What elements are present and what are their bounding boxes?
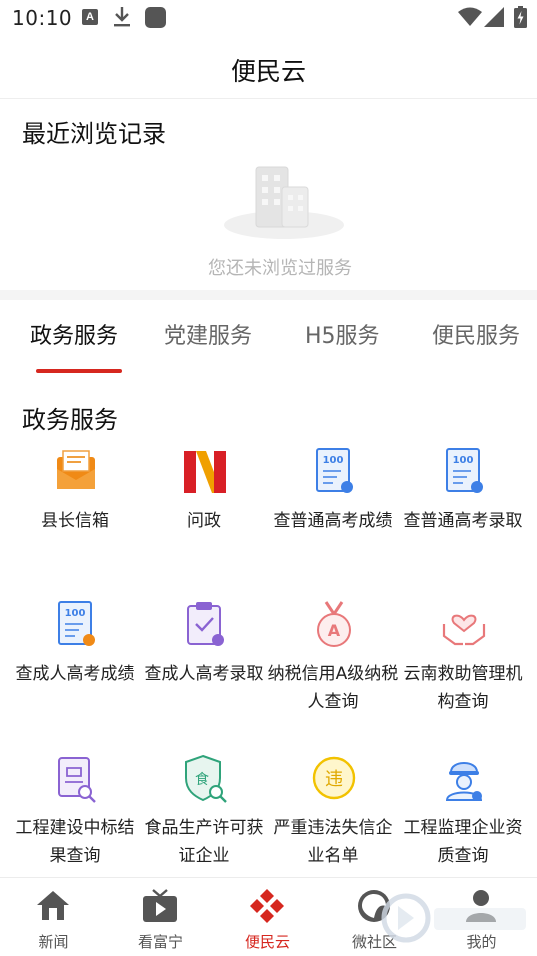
service-label: 工程监理企业资质查询 [403,818,523,866]
tab-h5-services[interactable]: H5服务 [305,318,380,350]
service-label: 纳税信用A级纳税人查询 [267,664,399,712]
service-gaokao-score[interactable]: 100 查普通高考成绩 [266,447,400,577]
watermark-logo [381,893,526,943]
service-label: 查普通高考成绩 [273,511,393,531]
header-divider [0,98,537,99]
signal-icon [484,7,504,27]
service-label: 食品生产许可获证企业 [144,818,264,866]
tab-government-services[interactable]: 政务服务 [30,318,118,350]
service-label: 查成人高考成绩 [15,664,135,684]
engineer-helmet-icon [445,762,483,801]
svg-text:违: 违 [325,769,343,790]
nav-watch-funing[interactable]: 看富宁 [107,878,214,956]
active-tab-indicator [36,369,122,373]
service-label: 问政 [187,511,221,531]
tab-citizen-services[interactable]: 便民服务 [432,318,520,350]
adult-score-icon: 100 [58,601,95,646]
service-supervision-qualification[interactable]: 工程监理企业资质查询 [396,754,530,884]
service-tender-results[interactable]: 工程建设中标结果查询 [8,754,142,884]
food-shield-icon: 食 [185,754,227,803]
service-adult-exam-score[interactable]: 100 查成人高考成绩 [8,600,142,730]
service-label: 县长信箱 [41,511,109,531]
svg-text:食: 食 [195,771,209,788]
tab-party-services[interactable]: 党建服务 [164,318,252,350]
service-wenzheng[interactable]: 问政 [137,447,271,577]
service-tabs: 政务服务 党建服务 H5服务 便民服务 [0,318,537,358]
service-county-mailbox[interactable]: 县长信箱 [8,447,142,577]
buildings-illustration-icon [224,166,344,239]
notification-a-icon: A [82,9,98,25]
mailbox-icon [57,450,95,489]
service-label: 工程建设中标结果查询 [15,818,135,866]
status-time: 10:10 [12,6,73,30]
home-icon [37,891,69,920]
score-report-icon: 100 [316,448,353,493]
svg-text:A: A [328,621,341,640]
nav-citizen-cloud[interactable]: 便民云 [214,878,321,956]
tv-play-icon [143,889,177,922]
service-dishonest-enterprises[interactable]: 违 严重违法失信企业名单 [266,754,400,884]
section-separator [0,290,537,300]
page-title: 便民云 [230,57,306,86]
recent-title: 最近浏览记录 [22,120,166,148]
heart-hands-icon [442,614,486,646]
n-logo-icon [184,451,226,493]
service-label: 查普通高考录取 [403,511,523,531]
service-label: 严重违法失信企业名单 [273,818,393,866]
service-tax-credit-a[interactable]: A 纳税信用A级纳税人查询 [266,600,400,730]
svg-text:100: 100 [323,455,344,466]
clipboard-check-icon [187,602,224,646]
violation-badge-icon: 违 [312,756,356,800]
admission-report-icon: 100 [446,448,483,493]
nav-label: 便民云 [244,933,290,951]
nav-label: 看富宁 [137,933,183,951]
section-title: 政务服务 [22,406,118,434]
service-label: 查成人高考录取 [144,664,264,684]
battery-charging-icon [514,6,527,28]
service-yunnan-relief[interactable]: 云南救助管理机构查询 [396,600,530,730]
diamond-cluster-icon [250,889,284,923]
service-label: 云南救助管理机构查询 [403,664,523,712]
service-adult-exam-admission[interactable]: 查成人高考录取 [137,600,271,730]
service-gaokao-admission[interactable]: 100 查普通高考录取 [396,447,530,577]
service-food-license[interactable]: 食 食品生产许可获证企业 [137,754,271,884]
tender-search-icon [58,757,96,803]
app-square-icon [145,7,166,28]
svg-text:100: 100 [65,608,86,619]
wifi-icon [458,7,482,26]
a-medal-icon: A [317,601,351,647]
nav-label: 新闻 [38,933,69,951]
svg-text:100: 100 [453,455,474,466]
empty-history-text: 您还未浏览过服务 [208,258,352,279]
nav-news[interactable]: 新闻 [0,878,107,956]
status-bar: 10:10 A [0,0,537,36]
download-icon [114,7,130,27]
